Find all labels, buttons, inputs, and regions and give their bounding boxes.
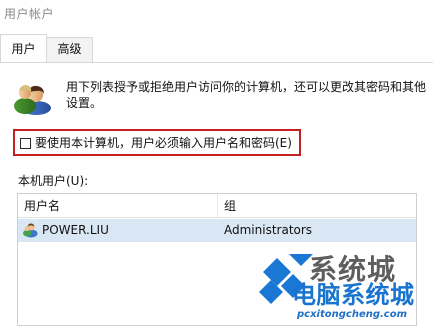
column-header-group[interactable]: 组 bbox=[224, 198, 236, 214]
row-username: POWER.LIU bbox=[42, 223, 109, 237]
require-login-label: 要使用本计算机，用户必须输入用户名和密码(E) bbox=[35, 136, 292, 150]
tab-advanced[interactable]: 高级 bbox=[47, 37, 93, 62]
tab-users[interactable]: 用户 bbox=[0, 34, 47, 62]
row-group: Administrators bbox=[224, 223, 313, 237]
panel-description: 用下列表授予或拒绝用户访问你的计算机，还可以更改其密码和其他设置。 bbox=[66, 80, 427, 110]
tab-strip: 用户 高级 bbox=[0, 34, 433, 63]
local-users-label: 本机用户(U): bbox=[18, 174, 89, 188]
tab-advanced-label: 高级 bbox=[57, 42, 82, 56]
title-bar: 用户帐户 bbox=[0, 0, 433, 30]
table-row[interactable]: POWER.LIU Administrators bbox=[18, 219, 416, 242]
window-title: 用户帐户 bbox=[4, 7, 55, 21]
require-login-checkbox[interactable] bbox=[20, 138, 31, 149]
users-list-header: 用户名 组 bbox=[18, 194, 416, 218]
tab-users-label: 用户 bbox=[11, 42, 36, 56]
users-icon bbox=[14, 85, 51, 115]
user-accounts-window: 用户帐户 用户 高级 用下列表授予或拒绝用户访问你的计算机，还可以更改其密码和其… bbox=[0, 0, 433, 326]
require-login-option[interactable]: 要使用本计算机，用户必须输入用户名和密码(E) bbox=[13, 129, 301, 156]
column-divider[interactable] bbox=[217, 194, 218, 217]
column-header-username[interactable]: 用户名 bbox=[24, 198, 60, 214]
user-row-icon bbox=[23, 223, 38, 238]
users-list[interactable]: 用户名 组 POWER.LIU Administrators bbox=[17, 193, 417, 326]
